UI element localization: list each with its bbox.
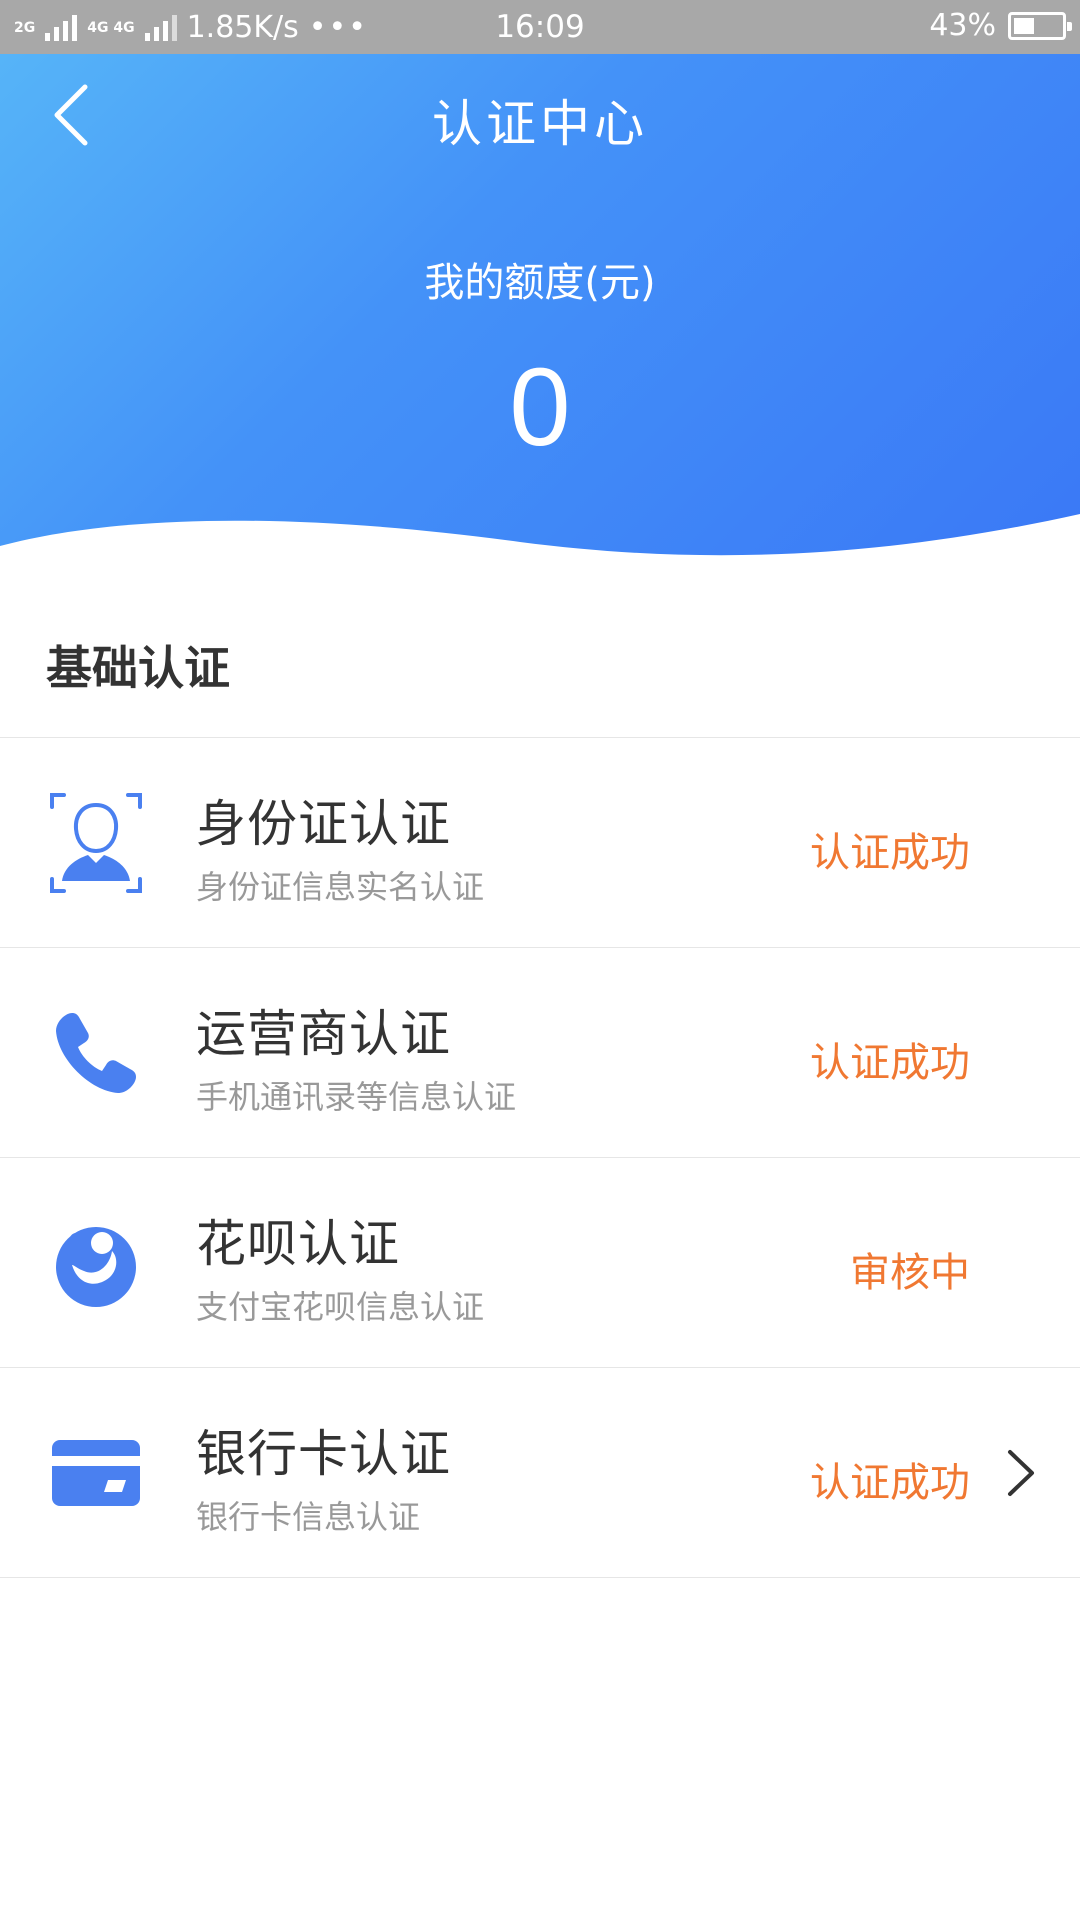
battery-icon	[1008, 11, 1072, 40]
status-bar: 2G 4G 4G 1.85K/s ••• 16:09 43%	[0, 0, 1080, 54]
bank-card-icon	[48, 1418, 144, 1528]
status-right: 43%	[929, 8, 1072, 43]
status-badge: 审核中	[850, 1250, 970, 1296]
battery-fill	[1014, 17, 1034, 34]
huabei-icon	[48, 1208, 144, 1318]
quota-label: 我的额度(元)	[424, 260, 656, 306]
section-title: 基础认证	[46, 641, 230, 695]
item-subtitle: 支付宝花呗信息认证	[196, 1288, 485, 1326]
item-subtitle: 银行卡信息认证	[196, 1498, 421, 1536]
header-banner: 认证中心 我的额度(元) 0	[0, 54, 1080, 574]
clock: 16:09	[495, 9, 585, 45]
verification-list: 身份证认证 身份证信息实名认证 认证成功 运营商认证 手机通讯录等信息认证 认证…	[0, 738, 1080, 1578]
item-title: 花呗认证	[196, 1215, 400, 1273]
status-badge: 认证成功	[810, 1040, 970, 1086]
list-item-carrier[interactable]: 运营商认证 手机通讯录等信息认证 认证成功	[0, 948, 1080, 1158]
id-face-icon	[48, 788, 144, 898]
item-subtitle: 手机通讯录等信息认证	[196, 1078, 517, 1116]
list-item-bank-card[interactable]: 银行卡认证 银行卡信息认证 认证成功	[0, 1368, 1080, 1578]
quota-value: 0	[509, 346, 571, 469]
battery-percent: 43%	[929, 8, 996, 43]
phone-icon	[48, 998, 144, 1108]
wave-divider	[0, 514, 1080, 574]
chevron-right-icon[interactable]	[1006, 1448, 1036, 1498]
item-title: 身份证认证	[196, 795, 451, 853]
status-badge: 认证成功	[810, 1460, 970, 1506]
page-title: 认证中心	[432, 95, 648, 153]
item-title: 银行卡认证	[196, 1425, 451, 1483]
list-item-huabei[interactable]: 花呗认证 支付宝花呗信息认证 审核中	[0, 1158, 1080, 1368]
item-subtitle: 身份证信息实名认证	[196, 868, 485, 906]
item-title: 运营商认证	[196, 1005, 451, 1063]
list-item-id-card[interactable]: 身份证认证 身份证信息实名认证 认证成功	[0, 738, 1080, 948]
status-badge: 认证成功	[810, 830, 970, 876]
